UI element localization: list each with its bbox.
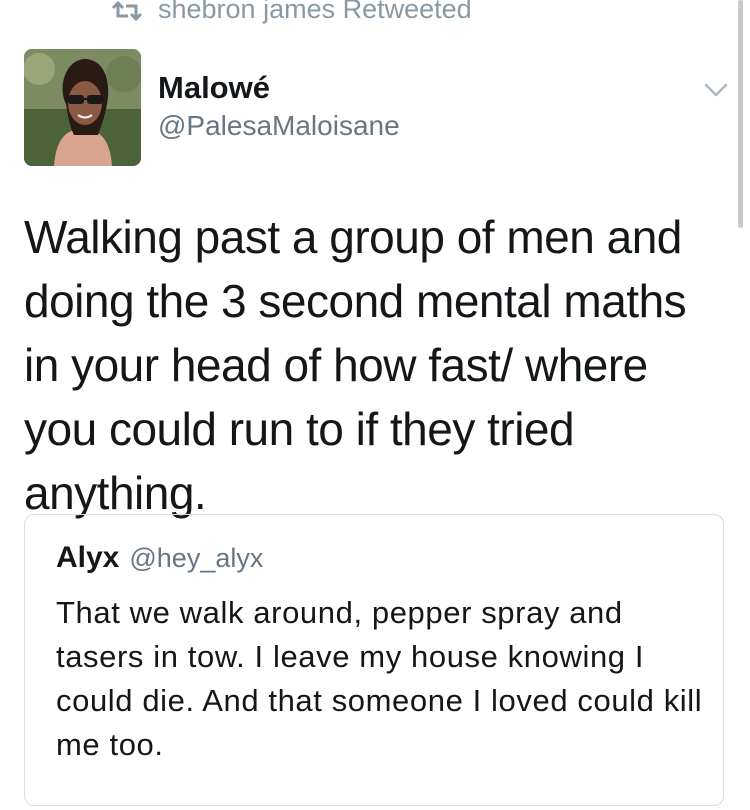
retweet-context[interactable]: shebron james Retweeted (110, 0, 472, 26)
quoted-author-handle: @hey_alyx (129, 543, 264, 573)
quoted-tweet-header: Alyx @hey_alyx (56, 541, 263, 575)
retweet-icon (110, 0, 144, 22)
avatar[interactable] (24, 49, 141, 166)
scrollbar[interactable] (738, 0, 743, 228)
retweet-context-label: shebron james Retweeted (158, 0, 472, 24)
quoted-tweet-text: That we walk around, pepper spray and ta… (56, 595, 703, 762)
author-handle[interactable]: @PalesaMaloisane (158, 110, 400, 142)
quoted-author-name: Alyx (56, 541, 120, 574)
tweet-text: Walking past a group of men and doing th… (24, 211, 687, 519)
author-name[interactable]: Malowé (158, 70, 270, 106)
quoted-tweet-card[interactable]: Alyx @hey_alyx That we walk around, pepp… (24, 514, 724, 806)
chevron-down-icon[interactable] (704, 82, 728, 98)
